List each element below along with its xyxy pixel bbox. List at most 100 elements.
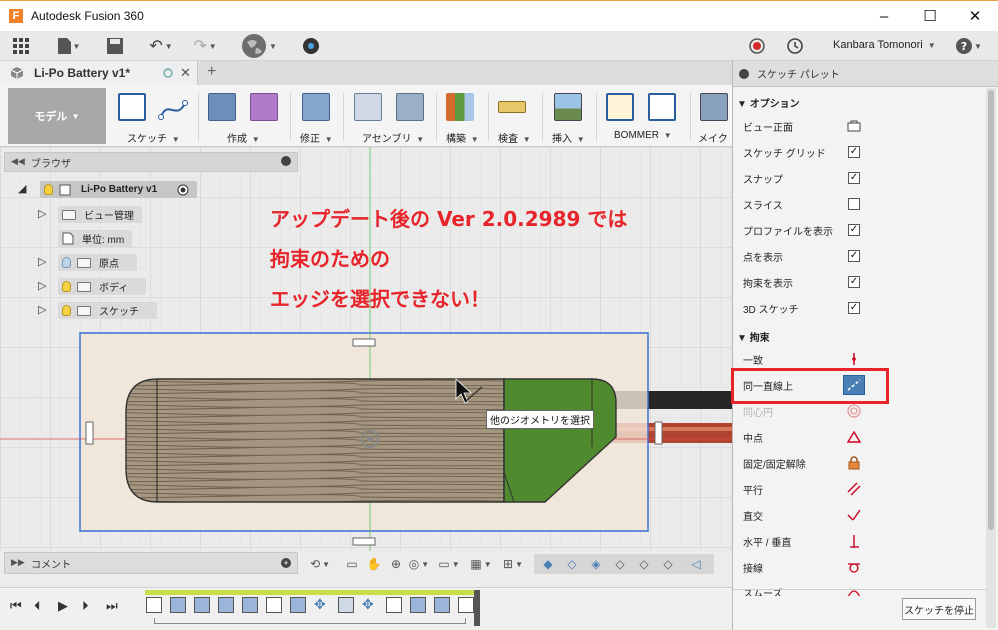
edge-cube-icon[interactable]: ◇ xyxy=(658,555,678,573)
checkbox[interactable]: ✓ xyxy=(848,224,860,236)
viewport-canvas[interactable]: ◀◀ ブラウザ ◢ Li-Po Battery v1 ▷ ビュー管理 単位: m… xyxy=(0,147,732,551)
timeline-sketch-icon[interactable] xyxy=(386,597,402,613)
insert-image-icon[interactable] xyxy=(554,93,582,121)
expand-triangle-icon[interactable]: ▷ xyxy=(38,255,46,268)
assemble-icon[interactable] xyxy=(354,93,382,121)
go-to-end-icon[interactable]: ⏭ xyxy=(106,598,118,614)
zoom-icon[interactable]: ⊕ xyxy=(386,555,406,573)
timeline-chamfer-icon[interactable] xyxy=(218,597,234,613)
constraint-fix-unfix[interactable]: 固定/固定解除 xyxy=(743,450,983,476)
fit-icon[interactable]: ◎ ▼ xyxy=(406,555,432,573)
document-tab[interactable]: Li-Po Battery v1* ✕ xyxy=(0,61,198,85)
sketch-icon[interactable] xyxy=(118,93,146,121)
visibility-bulb-icon[interactable] xyxy=(62,281,71,292)
checkbox[interactable]: ✓ xyxy=(848,146,860,158)
sketch-palette-header[interactable]: スケッチ パレット xyxy=(733,61,998,87)
expand-triangle-icon[interactable]: ▷ xyxy=(38,279,46,292)
smooth-icon[interactable] xyxy=(847,586,861,596)
browser-node-origin[interactable]: ▷ 原点 xyxy=(38,253,137,272)
undo-icon[interactable]: ↶ ▼ xyxy=(144,35,178,57)
viewports-icon[interactable]: ⊞ ▼ xyxy=(498,555,528,573)
look-at-icon[interactable] xyxy=(847,119,861,133)
minimize-button[interactable]: – xyxy=(861,1,907,31)
expand-chevron-icon[interactable]: ▶▶ xyxy=(11,557,25,568)
stop-sketch-button[interactable]: スケッチを停止 xyxy=(902,598,976,620)
job-status-clock-icon[interactable] xyxy=(784,35,806,57)
checkbox[interactable]: ✓ xyxy=(848,250,860,262)
grid-snap-icon[interactable]: ▦ ▼ xyxy=(466,555,496,573)
checkbox[interactable]: ✓ xyxy=(848,276,860,288)
constraints-section-header[interactable]: ▼ 拘束 xyxy=(737,329,770,344)
make-icon[interactable] xyxy=(700,93,728,121)
browser-panel-header[interactable]: ◀◀ ブラウザ xyxy=(4,152,298,172)
go-to-start-icon[interactable]: ⏮ xyxy=(10,598,22,614)
checkbox[interactable]: ✓ xyxy=(848,302,860,314)
activate-radio-icon[interactable] xyxy=(177,184,189,196)
close-button[interactable]: ✕ xyxy=(952,1,998,31)
cube-select-icon[interactable]: ◆ xyxy=(538,555,558,573)
browser-pin-icon[interactable] xyxy=(281,156,291,166)
parallel-icon[interactable] xyxy=(847,482,861,496)
timeline-extrude-icon[interactable] xyxy=(170,597,186,613)
option-show-profile[interactable]: プロファイルを表示 ✓ xyxy=(743,217,983,243)
tool-label-bommer[interactable]: BOMMER ▼ xyxy=(614,130,672,141)
construct-icon[interactable] xyxy=(446,93,474,121)
palette-collapse-icon[interactable] xyxy=(739,69,749,79)
tool-label-inspect[interactable]: 検査 ▼ xyxy=(498,130,531,145)
options-section-header[interactable]: ▼ オプション xyxy=(737,95,800,110)
timeline-marker[interactable] xyxy=(474,590,480,626)
browser-node-sketches[interactable]: ▷ スケッチ xyxy=(38,301,157,320)
tool-label-insert[interactable]: 挿入 ▼ xyxy=(552,130,585,145)
inspect-icon[interactable] xyxy=(498,101,526,113)
timeline-shell-icon[interactable] xyxy=(434,597,450,613)
timeline-sketch-icon[interactable] xyxy=(146,597,162,613)
checkbox[interactable]: ✓ xyxy=(848,172,860,184)
add-comment-icon[interactable]: + xyxy=(281,558,291,568)
timeline-sketch-icon[interactable] xyxy=(266,597,282,613)
lock-icon[interactable] xyxy=(847,456,861,470)
modify-icon[interactable] xyxy=(302,93,330,121)
data-panel-grid-icon[interactable] xyxy=(10,35,32,57)
timeline-split-icon[interactable] xyxy=(242,597,258,613)
tool-label-modify[interactable]: 修正 ▼ xyxy=(300,130,333,145)
save-icon[interactable] xyxy=(104,35,126,57)
visibility-bulb-icon[interactable] xyxy=(62,305,71,316)
tangent-icon[interactable] xyxy=(847,560,861,574)
constraint-parallel[interactable]: 平行 xyxy=(743,476,983,502)
option-show-points[interactable]: 点を表示 ✓ xyxy=(743,243,983,269)
close-tab-icon[interactable]: ✕ xyxy=(180,65,191,81)
midpoint-icon[interactable] xyxy=(847,430,861,444)
tool-label-create[interactable]: 作成 ▼ xyxy=(227,130,260,145)
redo-icon[interactable]: ↷ ▼ xyxy=(188,35,222,57)
expand-triangle-icon[interactable]: ▷ xyxy=(38,207,46,220)
plane-select-icon[interactable]: ◁ xyxy=(686,555,706,573)
constraint-midpoint[interactable]: 中点 xyxy=(743,424,983,450)
comments-panel[interactable]: ▶▶ コメント + xyxy=(4,552,298,574)
option-snap[interactable]: スナップ ✓ xyxy=(743,165,983,191)
step-forward-icon[interactable]: ⏵ xyxy=(82,598,89,614)
option-slice[interactable]: スライス xyxy=(743,191,983,217)
constraint-tangent[interactable]: 接線 xyxy=(743,554,983,580)
spline-icon[interactable] xyxy=(157,97,189,121)
collapse-chevron-icon[interactable]: ◀◀ xyxy=(11,156,25,167)
bommer-icon[interactable] xyxy=(606,93,634,121)
checkbox[interactable] xyxy=(848,198,860,210)
constraint-horizontal-vertical[interactable]: 水平 / 垂直 xyxy=(743,528,983,554)
option-show-constraints[interactable]: 拘束を表示 ✓ xyxy=(743,269,983,295)
constraint-perpendicular[interactable]: 直交 xyxy=(743,502,983,528)
visibility-bulb-icon[interactable] xyxy=(44,184,53,195)
orbit-icon[interactable]: ⟲ ▼ xyxy=(300,555,340,573)
option-look-at[interactable]: ビュー正面 xyxy=(743,113,983,139)
perpendicular-icon[interactable] xyxy=(847,508,861,522)
file-menu-icon[interactable]: ▼ xyxy=(54,35,84,57)
user-account-menu[interactable]: Kanbara Tomonori ▼ xyxy=(833,39,936,51)
workspace-switcher[interactable]: モデル ▼ xyxy=(8,88,106,144)
joint-icon[interactable] xyxy=(396,93,424,121)
browser-node-bodies[interactable]: ▷ ボディ xyxy=(38,277,147,296)
coincident-icon[interactable] xyxy=(847,352,861,366)
create-form-icon[interactable] xyxy=(250,93,278,121)
horizontal-vertical-icon[interactable] xyxy=(847,534,861,548)
globe-icon[interactable]: ▼ xyxy=(236,34,282,58)
tool-label-sketch[interactable]: スケッチ ▼ xyxy=(127,130,180,145)
visibility-bulb-icon[interactable] xyxy=(62,257,71,268)
